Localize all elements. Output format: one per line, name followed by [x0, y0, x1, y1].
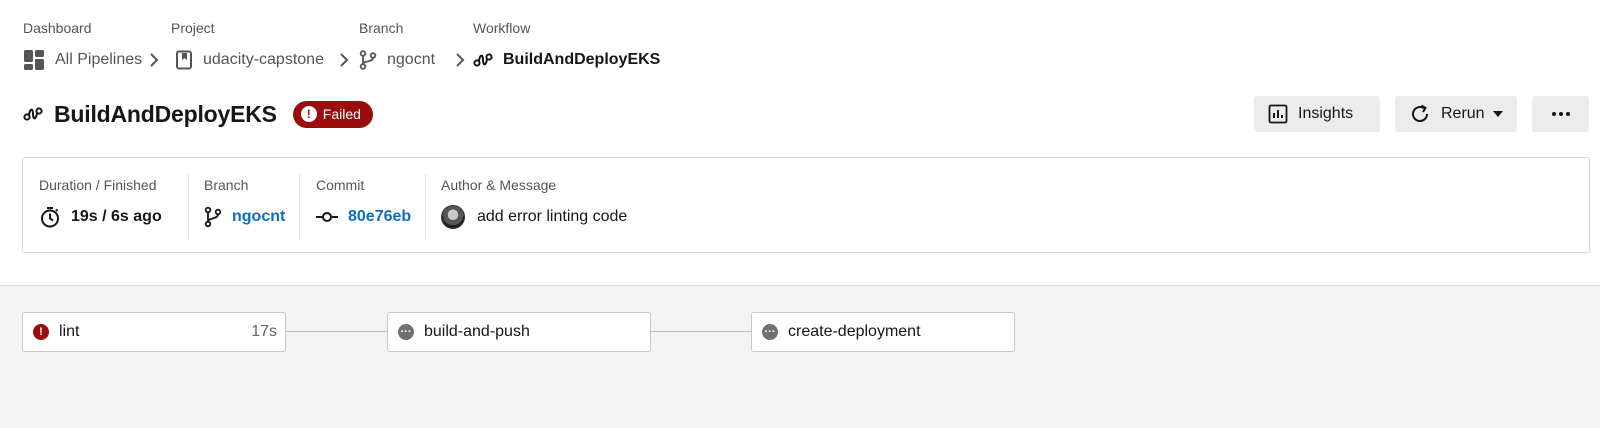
commit-label: Commit [316, 177, 365, 193]
rerun-label: Rerun [1441, 105, 1485, 122]
more-button[interactable] [1532, 96, 1589, 132]
caret-down-icon [1492, 111, 1503, 117]
breadcrumb-value: ngocnt [387, 51, 436, 68]
not-run-icon: ··· [762, 324, 778, 340]
workflow-icon [473, 53, 493, 67]
status-label: Failed [322, 106, 361, 122]
branch-label: Branch [204, 177, 249, 193]
chevron-right-icon [340, 53, 349, 67]
rerun-button[interactable]: Rerun [1395, 96, 1517, 132]
insights-button[interactable]: Insights [1254, 96, 1380, 132]
page-header: BuildAndDeployEKS ! Failed [23, 96, 373, 132]
commit-link[interactable]: 80e76eb [348, 208, 411, 226]
divider [425, 174, 426, 238]
breadcrumb-label: Workflow [473, 20, 531, 36]
job-name: create-deployment [788, 323, 921, 340]
run-info-card: Duration / Finished 19s / 6s ago Branch … [22, 157, 1590, 253]
git-branch-icon [204, 206, 222, 228]
not-run-icon: ··· [398, 324, 414, 340]
bookmark-icon [176, 50, 192, 70]
breadcrumb-dashboard[interactable]: Dashboard All Pipelines [23, 18, 142, 70]
breadcrumb-workflow: Workflow BuildAndDeployEKS [473, 18, 660, 68]
breadcrumb-value: BuildAndDeployEKS [503, 51, 661, 68]
breadcrumb-label: Dashboard [23, 20, 92, 36]
breadcrumb-project[interactable]: Project udacity-capstone [171, 18, 324, 70]
breadcrumb-branch[interactable]: Branch ngocnt [359, 18, 435, 70]
failed-icon: ! [33, 324, 49, 340]
workflow-graph: ! lint 17s ··· build-and-push ··· create… [0, 285, 1600, 428]
breadcrumb-label: Branch [359, 20, 404, 36]
status-badge: ! Failed [292, 100, 373, 128]
breadcrumb-label: Project [171, 20, 215, 36]
page-title: BuildAndDeployEKS [54, 100, 277, 127]
dashboard-icon [24, 50, 44, 70]
author-label: Author & Message [441, 177, 557, 193]
divider [188, 174, 189, 238]
duration-value: 19s / 6s ago [71, 208, 162, 225]
duration-label: Duration / Finished [39, 177, 157, 193]
chevron-right-icon [456, 53, 465, 67]
breadcrumb-value: All Pipelines [55, 51, 143, 68]
chevron-right-icon [150, 53, 159, 67]
workflow-icon [23, 107, 43, 121]
job-connector [286, 331, 388, 332]
divider [299, 174, 300, 238]
job-duration: 17s [251, 323, 277, 340]
job-connector [651, 331, 753, 332]
branch-link[interactable]: ngocnt [232, 208, 285, 226]
more-horizontal-icon [1551, 112, 1570, 116]
bar-chart-icon [1268, 104, 1288, 124]
avatar[interactable] [441, 205, 465, 229]
refresh-icon [1412, 104, 1429, 123]
git-branch-icon [359, 50, 377, 70]
job-build-and-push[interactable]: ··· build-and-push [387, 312, 651, 352]
job-name: lint [59, 323, 80, 340]
job-lint[interactable]: ! lint 17s [22, 312, 286, 352]
error-icon: ! [300, 106, 317, 122]
commit-message: add error linting code [477, 208, 628, 225]
git-commit-icon [316, 212, 338, 222]
breadcrumb-value: udacity-capstone [203, 51, 324, 68]
insights-label: Insights [1298, 105, 1354, 122]
job-name: build-and-push [424, 323, 530, 340]
job-create-deployment[interactable]: ··· create-deployment [751, 312, 1015, 352]
stopwatch-icon [41, 207, 59, 228]
